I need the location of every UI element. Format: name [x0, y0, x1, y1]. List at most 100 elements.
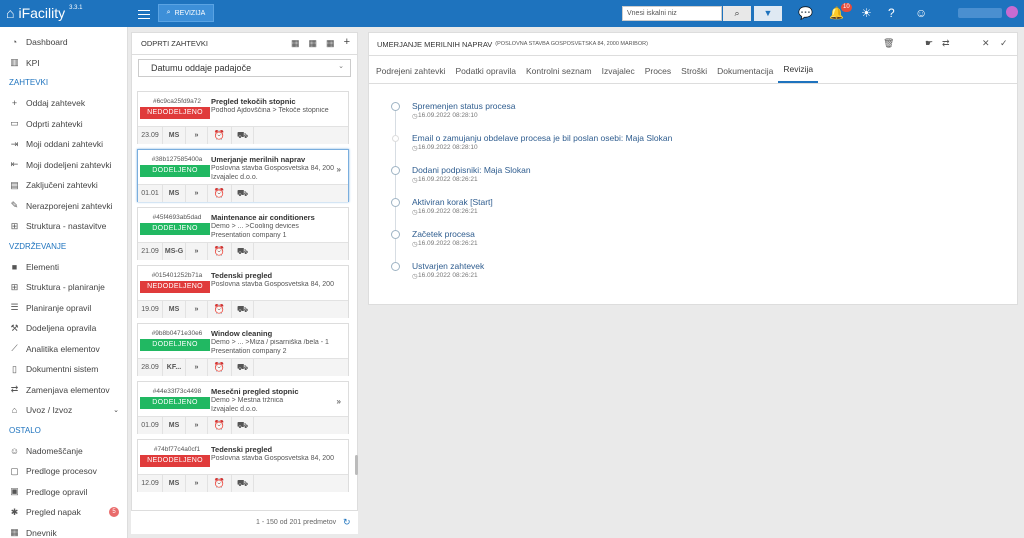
truck-icon[interactable]: ⛟: [232, 127, 254, 144]
sidebar-item-moji-oddani[interactable]: ⇥ Moji oddani zahtevki: [0, 134, 127, 155]
calendar-icon[interactable]: ▦: [326, 38, 335, 49]
sidebar-item-nerazporejeni[interactable]: ✎ Nerazporejeni zahtevki: [0, 196, 127, 217]
timeline-event: Dodani podpisniki: Maja Slokan ◷ 16.09.202…: [385, 165, 785, 190]
check-icon[interactable]: ✓: [1000, 38, 1008, 49]
sidebar-item-uvoz[interactable]: ⌂ Uvoz / Izvoz ⌄: [0, 400, 127, 421]
truck-icon[interactable]: ⛟: [232, 301, 254, 318]
truck-icon[interactable]: ⛟: [232, 185, 254, 202]
sidebar-item-dnevnik[interactable]: ▦ Dnevnik: [0, 523, 127, 538]
request-card[interactable]: #44e33f73c4498 DODELJENO Mesečni pregled s…: [137, 381, 349, 434]
event-date: 16.09.2022 08:28:10: [418, 144, 478, 151]
expand-icon[interactable]: »: [337, 397, 341, 406]
request-contractor: Presentation company 2: [211, 348, 287, 355]
tab-dokumentacija[interactable]: Dokumentacija: [712, 66, 778, 83]
request-location: Poslovna stavba Gosposvetska 84, 200: [211, 165, 334, 172]
sidebar-item-dokumentni[interactable]: ▯ Dokumentni sistem: [0, 359, 127, 380]
request-code: KF...: [163, 359, 186, 376]
alarm-icon[interactable]: ⏰: [208, 417, 232, 434]
calendar-icon[interactable]: ▦: [291, 38, 300, 49]
sidebar-item-odprti[interactable]: ▭ Odprti zahtevki: [0, 114, 127, 135]
forward-icon[interactable]: »: [186, 243, 208, 260]
alarm-icon[interactable]: ⏰: [208, 301, 232, 318]
add-icon[interactable]: +: [344, 36, 350, 49]
tab-podatki-opravila[interactable]: Podatki opravila: [450, 66, 520, 83]
truck-icon[interactable]: ⛟: [232, 243, 254, 260]
sidebar-item-oddaj[interactable]: + Oddaj zahtevek: [0, 93, 127, 114]
sidebar-item-moji-dodeljeni[interactable]: ⇤ Moji dodeljeni zahtevki: [0, 155, 127, 176]
users-icon[interactable]: ☺: [915, 6, 927, 20]
forward-icon[interactable]: »: [186, 127, 208, 144]
bank-icon: ⌂: [11, 405, 18, 416]
help-icon[interactable]: ?: [888, 6, 895, 20]
request-card[interactable]: #45f4693ab5dad DODELJENO Maintenance air c…: [137, 207, 349, 260]
sidebar-item-dashboard[interactable]: ◔ Dashboard: [0, 32, 127, 53]
tab-stroški[interactable]: Stroški: [676, 66, 712, 83]
app-logo[interactable]: ⌂ iFacility 3.3.1: [6, 5, 83, 21]
alarm-icon[interactable]: ⏰: [208, 127, 232, 144]
request-card[interactable]: #015401252b71a NEDODELJENO Tedenski pregle…: [137, 265, 349, 318]
expand-icon[interactable]: »: [337, 165, 341, 174]
sidebar-item-predloge-procesov[interactable]: ▢ Predloge procesov: [0, 461, 127, 482]
sidebar-item-struktura-nastavitve[interactable]: ⊞ Struktura - nastavitve: [0, 216, 127, 237]
revizija-button[interactable]: ⌕ REVIZIJA: [158, 4, 214, 22]
forward-icon[interactable]: »: [186, 417, 208, 434]
sidebar-item-dodeljena[interactable]: ⚒ Dodeljena opravila: [0, 318, 127, 339]
clipboard-icon: ▤: [10, 179, 19, 190]
user-name[interactable]: [958, 8, 1002, 18]
close-icon[interactable]: ✕: [982, 38, 990, 49]
sidebar-item-kpi[interactable]: ▥ KPI: [0, 53, 127, 74]
calendar-icon[interactable]: ▦: [309, 38, 318, 49]
request-card[interactable]: #74bf77c4a0cf1 NEDODELJENO Tedenski pregle…: [137, 439, 349, 492]
truck-icon[interactable]: ⛟: [232, 417, 254, 434]
truck-icon[interactable]: ⛟: [232, 359, 254, 376]
forward-icon[interactable]: »: [186, 359, 208, 376]
chat-icon[interactable]: 💬: [798, 6, 813, 20]
scrollbar[interactable]: [355, 455, 358, 475]
truck-icon[interactable]: ⛟: [232, 475, 254, 492]
alarm-icon[interactable]: ⏰: [208, 475, 232, 492]
forward-icon[interactable]: »: [186, 301, 208, 318]
request-code: MS-G: [163, 243, 186, 260]
tab-kontrolni-seznam[interactable]: Kontrolni seznam: [521, 66, 597, 83]
request-title: Window cleaning: [211, 329, 273, 338]
tab-podrejeni-zahtevki[interactable]: Podrejeni zahtevki: [371, 66, 450, 83]
refresh-icon[interactable]: ↻: [343, 517, 351, 528]
sidebar-item-elementi[interactable]: ■ Elementi: [0, 257, 127, 278]
request-card[interactable]: #6c9ca25fd9a72 NEDODELJENO Pregled tekočih…: [137, 91, 349, 144]
request-code: MS: [163, 475, 186, 492]
section-heading: ZAHTEVKI: [9, 78, 49, 87]
sidebar-item-struktura-planiranje[interactable]: ⊞ Struktura - planiranje: [0, 277, 127, 298]
card-footer: 19.09 MS» ⏰ ⛟: [138, 300, 348, 318]
sidebar-item-analitika[interactable]: ⟋ Analitika elementov: [0, 339, 127, 360]
tab-revizija[interactable]: Revizija: [778, 64, 819, 83]
filter-button[interactable]: ▼: [754, 6, 782, 21]
request-date: 19.09: [138, 301, 163, 318]
hand-icon[interactable]: ☛: [925, 38, 933, 49]
sidebar-item-nadomescanje[interactable]: ☺ Nadomeščanje: [0, 441, 127, 462]
menu-toggle-icon[interactable]: [138, 7, 150, 19]
signout-icon: ⇤: [10, 159, 19, 170]
search-button[interactable]: ⌕: [723, 6, 751, 21]
forward-icon[interactable]: »: [186, 185, 208, 202]
sidebar-item-planiranje[interactable]: ☰ Planiranje opravil: [0, 298, 127, 319]
doc-icon: ▯: [12, 363, 17, 374]
sidebar-item-zakljuceni[interactable]: ▤ Zaključeni zahtevki: [0, 175, 127, 196]
search-input[interactable]: Vnesi iskalni niz: [622, 6, 722, 21]
sort-select[interactable]: Datumu oddaje padajoče ⌄: [138, 59, 351, 77]
tab-proces[interactable]: Proces: [640, 66, 676, 83]
request-card[interactable]: #38b127585400a DODELJENO Umerjanje merilni…: [137, 149, 349, 202]
sidebar-item-zamenjava[interactable]: ⇄ Zamenjava elementov: [0, 380, 127, 401]
trash-icon[interactable]: 🗑: [883, 38, 894, 49]
event-text: Aktiviran korak [Start]: [412, 197, 493, 207]
tab-izvajalec[interactable]: Izvajalec: [597, 66, 640, 83]
alarm-icon[interactable]: ⏰: [208, 243, 232, 260]
alarm-icon[interactable]: ⏰: [208, 185, 232, 202]
sidebar-item-pregled-napak[interactable]: ✱ Pregled napak 5: [0, 502, 127, 523]
avatar[interactable]: [1006, 6, 1018, 18]
sidebar-item-predloge-opravil[interactable]: ▣ Predloge opravil: [0, 482, 127, 503]
lightbulb-icon[interactable]: ☀: [861, 6, 872, 20]
forward-icon[interactable]: »: [186, 475, 208, 492]
request-card[interactable]: #9b8b0471e30e6 DODELJENO Window cleaning De…: [137, 323, 349, 376]
alarm-icon[interactable]: ⏰: [208, 359, 232, 376]
exchange-icon[interactable]: ⇄: [942, 38, 950, 49]
